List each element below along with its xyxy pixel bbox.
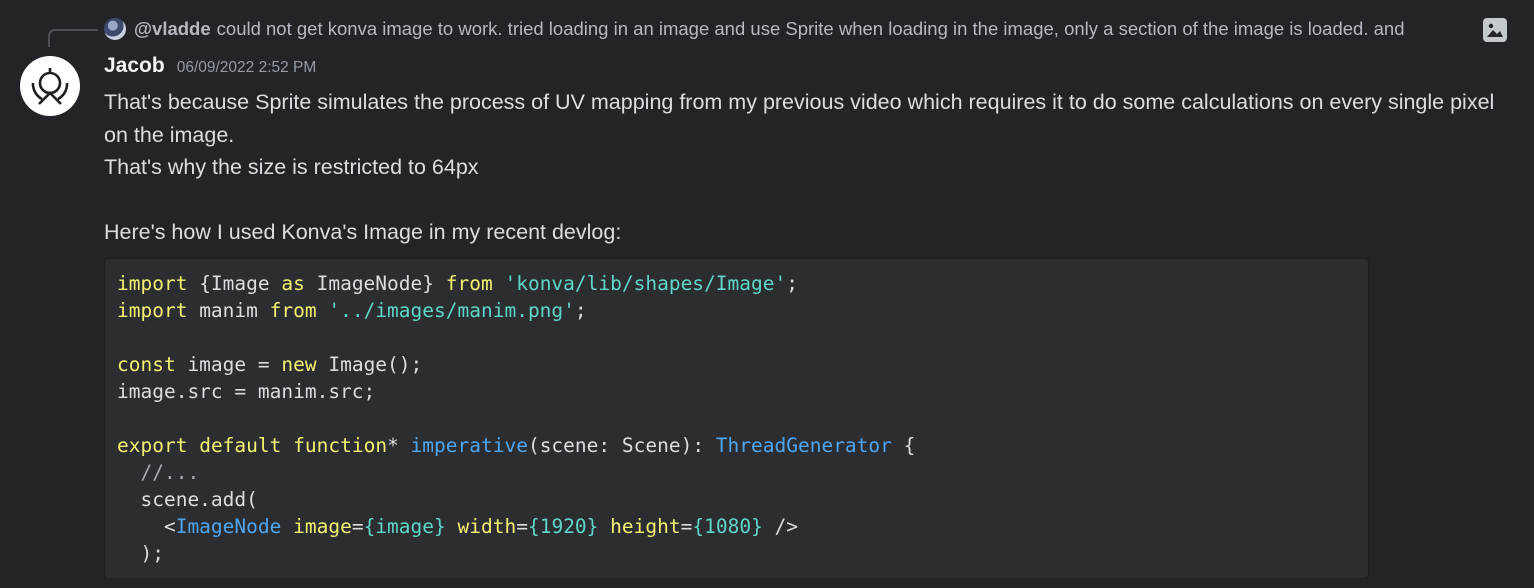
image-icon[interactable] <box>1483 18 1507 42</box>
code-line: const image = new Image(); <box>117 351 1368 378</box>
code-token: scene.add( <box>117 488 258 511</box>
code-token: ImageNode} <box>304 272 446 295</box>
code-token: from <box>445 272 493 295</box>
code-token: (scene: Scene): <box>527 434 716 457</box>
code-token: * <box>387 434 411 457</box>
code-token: Image(); <box>316 353 423 376</box>
code-line: image.src = manim.src; <box>117 378 1368 405</box>
code-token: {Image <box>187 272 282 295</box>
code-token: ; <box>786 272 798 295</box>
code-token: from <box>269 299 317 322</box>
code-token: = <box>351 515 364 538</box>
code-token: ; <box>574 299 587 322</box>
code-token: import <box>117 299 188 322</box>
username[interactable]: Jacob <box>104 54 165 78</box>
code-line: <ImageNode image={image} width={1920} he… <box>117 513 1368 540</box>
reply-username[interactable]: @vladde <box>134 18 211 40</box>
code-token: //... <box>117 461 200 484</box>
code-token: export <box>117 434 188 457</box>
reply-preview[interactable]: @vladde could not get konva image to wor… <box>104 14 1534 44</box>
code-token: height <box>610 515 681 538</box>
code-line: import {Image as ImageNode} from 'konva/… <box>117 270 1368 297</box>
message-paragraph: That's because Sprite simulates the proc… <box>104 90 1495 147</box>
code-token: function <box>293 434 388 457</box>
code-token: ImageNode <box>175 515 282 538</box>
reply-avatar[interactable] <box>104 18 126 40</box>
code-token: { <box>891 434 916 457</box>
code-token: {1080} <box>692 515 763 538</box>
message-header: Jacob 06/09/2022 2:52 PM <box>104 54 316 78</box>
code-token: = <box>680 515 693 538</box>
code-line: export default function* imperative(scen… <box>117 432 1368 459</box>
code-token: /> <box>762 515 799 538</box>
code-token: image = <box>175 353 282 376</box>
code-token: 'konva/lib/shapes/Image' <box>504 272 787 295</box>
code-token: const <box>117 353 176 376</box>
code-line: import manim from '../images/manim.png'; <box>117 297 1368 324</box>
message-content: That's because Sprite simulates the proc… <box>104 86 1504 184</box>
code-token: image.src = manim.src; <box>117 380 376 403</box>
code-token: as <box>281 272 305 295</box>
code-token: {image} <box>363 515 446 538</box>
code-token: ThreadGenerator <box>715 434 892 457</box>
code-token: = <box>516 515 528 538</box>
code-token: width <box>457 515 517 538</box>
code-line: scene.add( <box>117 486 1368 513</box>
code-line: ); <box>117 540 1368 567</box>
code-token: ); <box>117 542 164 565</box>
code-token: imperative <box>410 434 528 457</box>
code-token: '../images/manim.png' <box>328 299 575 322</box>
code-token: default <box>199 434 282 457</box>
code-token: new <box>281 353 317 376</box>
message-paragraph: Here's how I used Konva's Image in my re… <box>104 220 622 244</box>
reply-spine <box>48 29 98 47</box>
code-line: //... <box>117 459 1368 486</box>
message-paragraph: That's why the size is restricted to 64p… <box>104 155 479 179</box>
timestamp[interactable]: 06/09/2022 2:52 PM <box>177 59 317 77</box>
code-token: {1920} <box>527 515 599 538</box>
code-token: import <box>117 272 188 295</box>
code-token: image <box>293 515 352 538</box>
avatar[interactable] <box>20 56 80 116</box>
code-token: manim <box>187 299 270 322</box>
reply-text[interactable]: could not get konva image to work. tried… <box>217 18 1469 40</box>
code-block[interactable]: import {Image as ImageNode} from 'konva/… <box>104 258 1369 579</box>
code-token: < <box>117 515 176 538</box>
